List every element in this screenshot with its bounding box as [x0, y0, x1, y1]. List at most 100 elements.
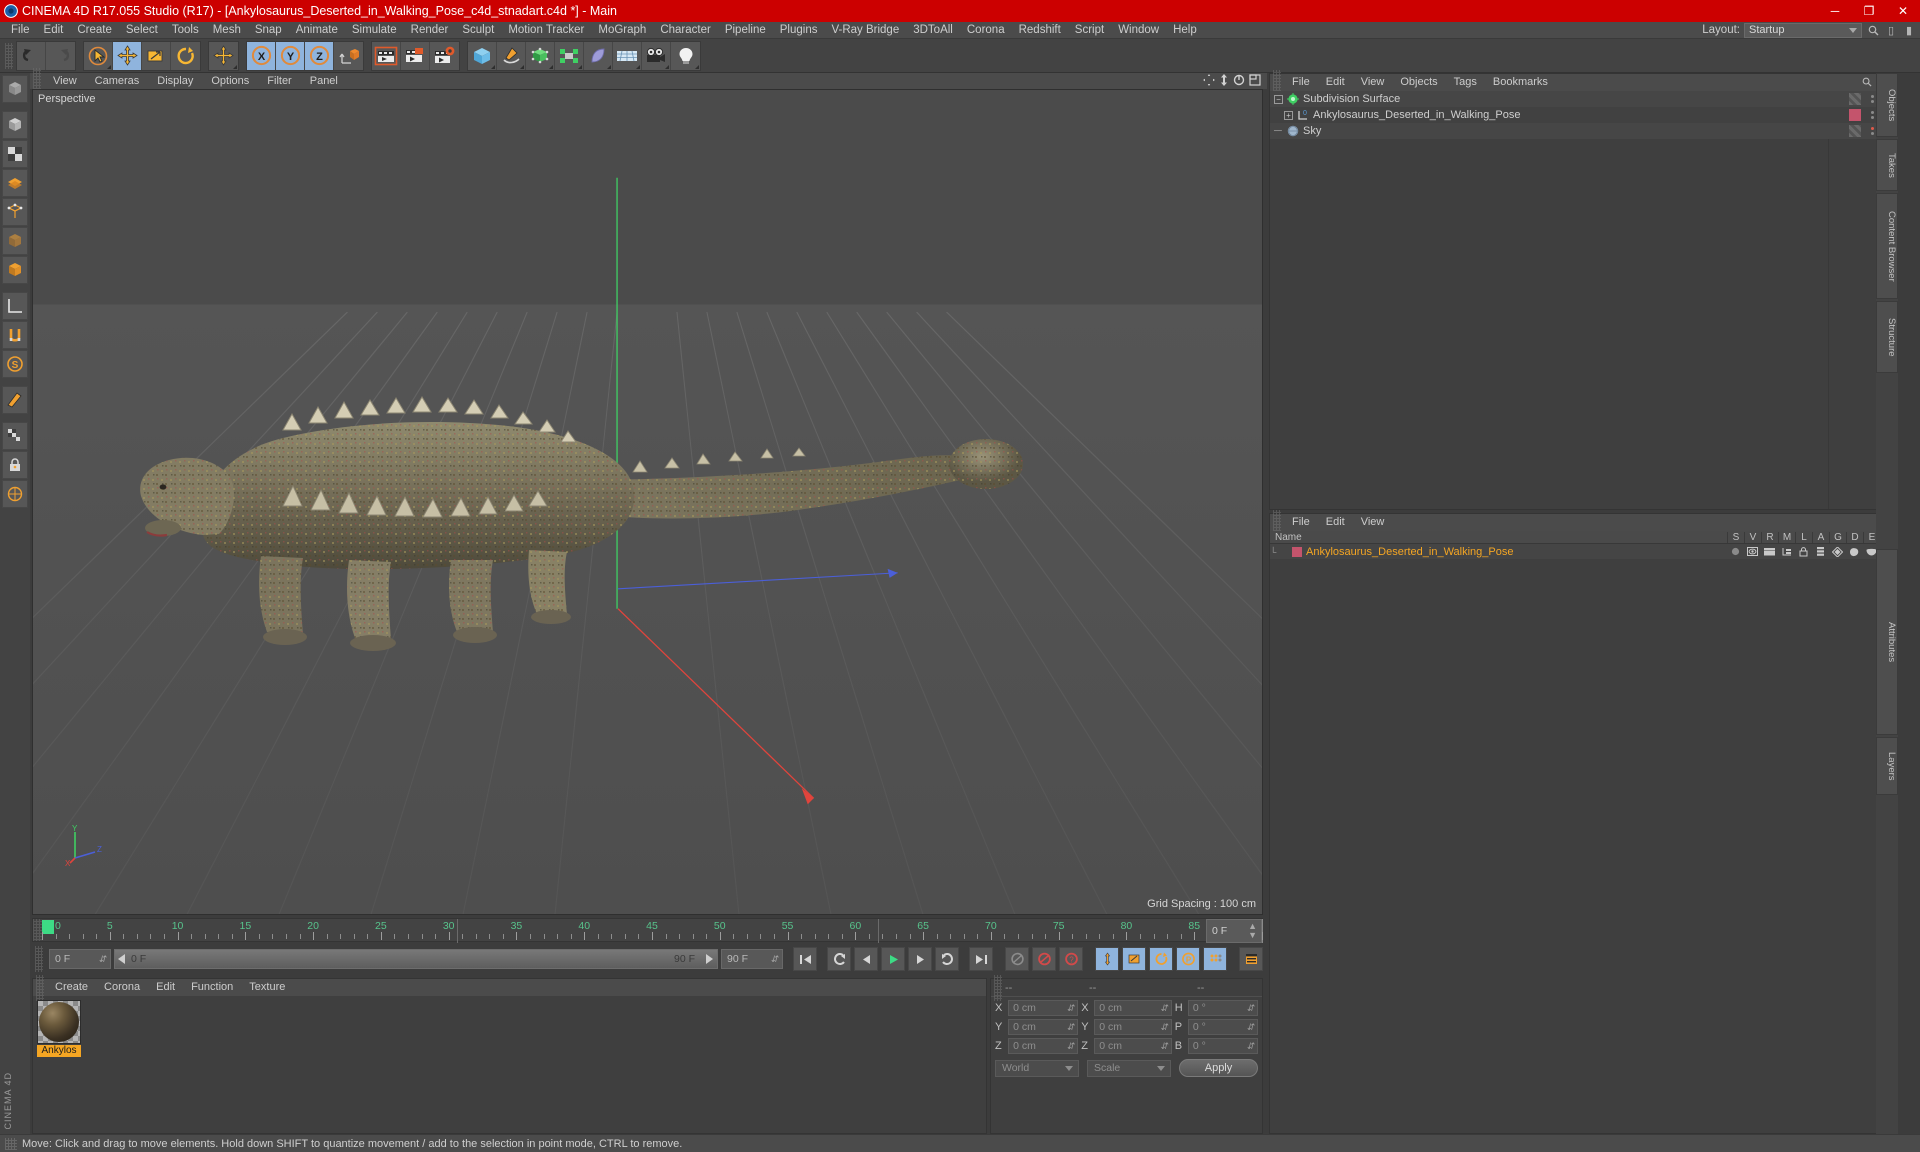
go-to-end-button[interactable]	[969, 947, 993, 971]
spinner-icon[interactable]: ⇵	[1067, 1003, 1075, 1014]
end-frame-field[interactable]: 90 F ⇵	[721, 949, 783, 969]
spinner-icon[interactable]: ⇵	[1067, 1022, 1075, 1033]
key-scale-button[interactable]	[1122, 947, 1146, 971]
texture-mode-button[interactable]	[2, 140, 28, 168]
search-icon[interactable]	[1862, 76, 1872, 90]
object-menu-objects[interactable]: Objects	[1392, 74, 1445, 91]
layer-col-m[interactable]: M	[1778, 531, 1795, 543]
menu-item-mograph[interactable]: MoGraph	[591, 22, 653, 39]
object-menu-file[interactable]: File	[1284, 74, 1318, 91]
tab-layers[interactable]: Layers	[1876, 737, 1898, 795]
size-y-field[interactable]: 0 cm ⇵	[1094, 1019, 1172, 1035]
key-parameter-button[interactable]: P	[1176, 947, 1200, 971]
key-rotation-button[interactable]	[1149, 947, 1173, 971]
start-frame-field[interactable]: 0 F ⇵	[49, 949, 111, 969]
move-alt-tool-button[interactable]	[209, 41, 238, 70]
add-spline-button[interactable]	[497, 41, 526, 70]
lock-icon[interactable]	[1795, 544, 1812, 559]
menu-item-pipeline[interactable]: Pipeline	[718, 22, 773, 39]
expand-collapse-icon[interactable]: −	[1274, 94, 1283, 104]
layer-menu-file[interactable]: File	[1284, 514, 1318, 531]
redo-button[interactable]	[46, 41, 75, 70]
maximize-button[interactable]: ❐	[1852, 0, 1886, 22]
expand-collapse-icon[interactable]: +	[1284, 110, 1293, 120]
material-menu-texture[interactable]: Texture	[241, 979, 293, 996]
tab-takes[interactable]: Takes	[1876, 139, 1898, 191]
spinner-icon[interactable]: ⇵	[1246, 1041, 1254, 1052]
menu-item-animate[interactable]: Animate	[289, 22, 345, 39]
render-icon[interactable]	[1761, 544, 1778, 559]
range-left-arrow-icon[interactable]	[118, 954, 125, 964]
dolly-view-icon[interactable]	[1219, 73, 1229, 89]
layer-menu-view[interactable]: View	[1353, 514, 1393, 531]
viewport-menu-view[interactable]: View	[44, 73, 86, 89]
material-menu-create[interactable]: Create	[47, 979, 96, 996]
add-floor-button[interactable]	[613, 41, 642, 70]
timeline-track[interactable]: 051015202530354045505560657075808590	[42, 919, 1263, 943]
ankylosaurus-model[interactable]	[133, 360, 1033, 660]
minimize-button[interactable]: ─	[1818, 0, 1852, 22]
menu-item-edit[interactable]: Edit	[37, 22, 71, 39]
menu-item-sculpt[interactable]: Sculpt	[455, 22, 501, 39]
deformer-icon[interactable]	[1846, 544, 1863, 559]
keyframe-selection-button[interactable]: ?	[1059, 947, 1083, 971]
menu-item-motion-tracker[interactable]: Motion Tracker	[501, 22, 591, 39]
scale-tool-button[interactable]	[142, 41, 171, 70]
close-panel-icon[interactable]: ▮	[1902, 23, 1916, 37]
render-settings-button[interactable]	[430, 41, 459, 70]
workplane-tool-button[interactable]	[2, 480, 28, 508]
spinner-icon[interactable]: ⇵	[1160, 1041, 1168, 1052]
render-region-button[interactable]	[401, 41, 430, 70]
spinner-icon[interactable]: ▲ ▼	[1248, 922, 1257, 940]
menu-item-render[interactable]: Render	[404, 22, 456, 39]
spinner-icon[interactable]: ⇵	[1246, 1003, 1254, 1014]
tab-objects[interactable]: Objects	[1876, 73, 1898, 137]
animation-icon[interactable]	[1812, 544, 1829, 559]
step-forward-button[interactable]	[908, 947, 932, 971]
viewport-menu-display[interactable]: Display	[148, 73, 202, 89]
layer-menu-edit[interactable]: Edit	[1318, 514, 1353, 531]
polygon-mode-button[interactable]	[2, 169, 28, 197]
tab-content-browser[interactable]: Content Browser	[1876, 193, 1898, 299]
edge-mode-button[interactable]	[2, 227, 28, 255]
menu-item-tools[interactable]: Tools	[165, 22, 206, 39]
layer-col-a[interactable]: A	[1812, 531, 1829, 543]
menu-item-create[interactable]: Create	[70, 22, 119, 39]
viewport-menu-options[interactable]: Options	[202, 73, 258, 89]
tab-attributes[interactable]: Attributes	[1876, 549, 1898, 735]
render-visibility-dot[interactable]	[1870, 116, 1874, 119]
render-view-button[interactable]	[372, 41, 401, 70]
rotation-p-field[interactable]: 0 ° ⇵	[1187, 1019, 1258, 1035]
position-z-field[interactable]: 0 cm ⇵	[1008, 1038, 1079, 1054]
object-axis-mode-button[interactable]	[2, 256, 28, 284]
layer-col-l[interactable]: L	[1795, 531, 1812, 543]
size-z-field[interactable]: 0 cm ⇵	[1094, 1038, 1172, 1054]
size-x-field[interactable]: 0 cm ⇵	[1094, 1000, 1172, 1016]
magnet-tool-button[interactable]	[2, 321, 28, 349]
measure-tool-button[interactable]	[2, 292, 28, 320]
toolbar-grip[interactable]	[5, 42, 13, 69]
object-menu-edit[interactable]: Edit	[1318, 74, 1353, 91]
material-menu-corona[interactable]: Corona	[96, 979, 148, 996]
spinner-icon[interactable]: ⇵	[1160, 1003, 1168, 1014]
y-axis-lock-button[interactable]: Y	[276, 41, 305, 70]
tab-structure[interactable]: Structure	[1876, 301, 1898, 373]
rotate-tool-button[interactable]	[171, 41, 200, 70]
menu-item-mesh[interactable]: Mesh	[206, 22, 248, 39]
object-row-subdivision-surface[interactable]: − Subdivision Surface ✓	[1270, 91, 1897, 107]
object-row-sky[interactable]: ─ Sky	[1270, 123, 1897, 139]
add-camera-button[interactable]	[642, 41, 671, 70]
menu-item-file[interactable]: File	[4, 22, 37, 39]
snap-tool-button[interactable]: S	[2, 350, 28, 378]
world-object-coordinates-button[interactable]	[334, 41, 363, 70]
timeline-frame-field[interactable]: 0 F ▲ ▼	[1206, 919, 1262, 943]
menu-item-3dtoall[interactable]: 3DToAll	[906, 22, 960, 39]
x-axis-lock-button[interactable]: X	[247, 41, 276, 70]
status-bar-grip[interactable]	[5, 1137, 17, 1150]
timeline-grip[interactable]	[33, 919, 42, 941]
coordinates-grip[interactable]	[994, 974, 1002, 1001]
spinner-icon[interactable]: ⇵	[1067, 1041, 1075, 1052]
material-menu-function[interactable]: Function	[183, 979, 241, 996]
transform-mode-dropdown[interactable]: Scale	[1087, 1059, 1171, 1077]
object-menu-bookmarks[interactable]: Bookmarks	[1485, 74, 1556, 91]
